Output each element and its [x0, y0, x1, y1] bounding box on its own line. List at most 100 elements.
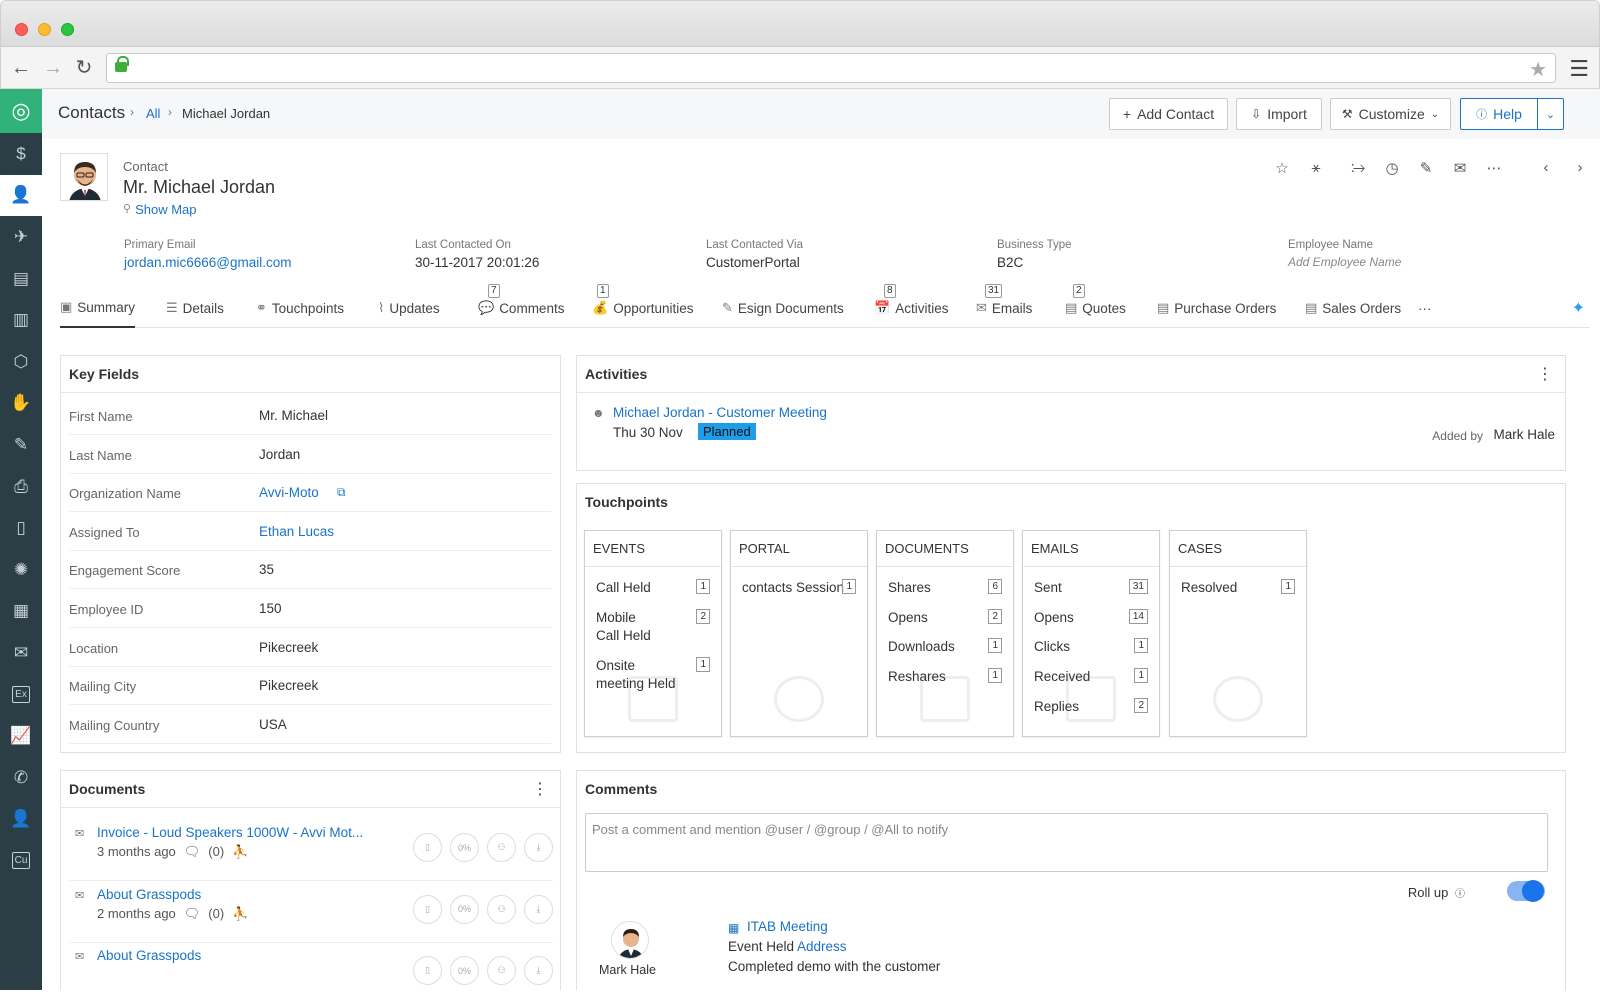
tag-icon[interactable]: ⚹ — [1306, 159, 1326, 177]
documents-menu-icon[interactable]: ⋮ — [532, 779, 548, 799]
summary-field-value[interactable]: jordan.mic6666@gmail.com — [124, 255, 292, 270]
tab-emails[interactable]: ✉ Emails 31 — [976, 284, 1032, 328]
document-download-icon[interactable]: ⤓ — [524, 833, 553, 862]
tab-touchpoints[interactable]: ⚭ Touchpoints — [256, 288, 344, 328]
tab-opportunities[interactable]: 💰 Opportunities 1 — [592, 284, 693, 328]
tab-esign-documents[interactable]: ✎ Esign Documents — [722, 288, 844, 328]
touchpoint-row[interactable]: Resolved 1 — [1181, 579, 1295, 597]
cu-icon[interactable]: Cu — [0, 840, 42, 882]
touchpoint-row[interactable]: Downloads 1 — [888, 638, 1002, 656]
rollup-toggle[interactable] — [1507, 880, 1545, 902]
help-dropdown-button[interactable]: ⌄ — [1537, 98, 1564, 130]
forward-arrow-icon[interactable]: → — [41, 56, 65, 80]
document-share-icon[interactable]: ⚇ — [487, 894, 516, 924]
email-envelope-icon[interactable]: ✉ — [1450, 159, 1470, 177]
document-view-icon[interactable]: ▯ — [413, 956, 442, 985]
touchpoint-row[interactable]: Opens 2 — [888, 608, 1002, 627]
contacts-icon[interactable]: 👤 — [0, 174, 42, 217]
document-download-icon[interactable]: ⤓ — [524, 956, 553, 985]
tab-comments[interactable]: 💬 Comments 7 — [478, 284, 564, 328]
mobile-icon[interactable]: ▯ — [0, 507, 42, 549]
touchpoint-row[interactable]: Opens 14 — [1034, 608, 1148, 627]
activity-title-link[interactable]: Michael Jordan - Customer Meeting — [613, 405, 827, 420]
touchpoint-row[interactable]: Reshares 1 — [888, 668, 1002, 686]
reports-icon[interactable]: 📈 — [0, 715, 42, 757]
document-share-icon[interactable]: ⚇ — [487, 833, 516, 862]
help-button[interactable]: ⓘ Help — [1460, 98, 1538, 130]
twitter-icon[interactable]: ✦ — [1572, 298, 1585, 318]
document-assign-user-icon[interactable]: ⛹ — [232, 844, 248, 860]
document-assign-user-icon[interactable]: ⛹ — [232, 906, 248, 922]
deals-icon[interactable]: $ — [0, 133, 42, 175]
document-title-link[interactable]: About Grasspods — [97, 887, 201, 902]
bookmark-star-icon[interactable]: ★ — [1529, 57, 1547, 82]
next-record-icon[interactable]: › — [1570, 159, 1590, 177]
key-field-value[interactable]: Avvi-Moto — [259, 485, 319, 500]
calls-icon[interactable]: ✆ — [0, 757, 42, 799]
document-comment-icon[interactable]: 🗨 — [184, 844, 201, 860]
share-icon[interactable]: ⧴ — [1348, 159, 1368, 177]
document-comment-icon[interactable]: 🗨 — [184, 906, 201, 922]
document-progress[interactable]: 0% — [450, 833, 479, 862]
touchpoint-row[interactable]: Sent 31 — [1034, 579, 1148, 597]
esign-icon[interactable]: ✎ — [0, 424, 42, 466]
maximize-window-icon[interactable] — [61, 23, 74, 36]
reload-icon[interactable]: ↻ — [72, 56, 96, 80]
touchpoint-row[interactable]: Mobile Call Held 2 — [596, 608, 710, 645]
previous-record-icon[interactable]: ‹ — [1536, 159, 1556, 177]
document-progress[interactable]: 0% — [450, 894, 479, 924]
add-contact-button[interactable]: + Add Contact — [1109, 98, 1228, 130]
summary-field-value[interactable]: Add Employee Name — [1288, 255, 1401, 269]
contact-avatar[interactable] — [60, 153, 108, 201]
touchpoint-row[interactable]: contacts Session 1 — [742, 579, 856, 597]
import-button[interactable]: ⇩ Import — [1236, 98, 1322, 130]
comment-event-title-link[interactable]: ITAB Meeting — [747, 919, 828, 934]
activities-menu-icon[interactable]: ⋮ — [1537, 364, 1553, 384]
document-view-icon[interactable]: ▯ — [413, 894, 442, 924]
star-icon[interactable]: ☆ — [1272, 159, 1292, 177]
breadcrumb-all-link[interactable]: All — [146, 106, 160, 121]
campaigns-icon[interactable]: ✋ — [0, 383, 42, 425]
back-arrow-icon[interactable]: ← — [9, 56, 33, 80]
tab-purchase-orders[interactable]: ▤ Purchase Orders — [1157, 288, 1276, 328]
document-share-icon[interactable]: ⚇ — [487, 956, 516, 985]
leads-icon[interactable]: ✈ — [0, 216, 42, 258]
tab-sales-orders[interactable]: ▤ Sales Orders — [1305, 288, 1401, 328]
show-map-link[interactable]: ⚲ Show Map — [123, 202, 196, 217]
mail-icon[interactable]: ✉ — [0, 632, 42, 674]
touchpoint-row[interactable]: Shares 6 — [888, 579, 1002, 597]
comment-input[interactable]: Post a comment and mention @user / @grou… — [585, 813, 1548, 872]
document-view-icon[interactable]: ▯ — [413, 833, 442, 862]
more-options-icon[interactable]: ⋯ — [1484, 159, 1504, 177]
tab-activities[interactable]: 📅 Activities 8 — [874, 284, 948, 328]
touchpoint-row[interactable]: Replies 2 — [1034, 697, 1148, 716]
ex-icon[interactable]: Ex — [0, 674, 42, 716]
tab-quotes[interactable]: ▤ Quotes 2 — [1065, 284, 1126, 328]
tab-updates[interactable]: ⌇ Updates — [378, 288, 440, 328]
home-icon[interactable]: ◎ — [0, 89, 42, 133]
edit-pencil-icon[interactable]: ✎ — [1416, 159, 1436, 177]
print-icon[interactable]: ⎙ — [0, 466, 42, 508]
document-title-link[interactable]: Invoice - Loud Speakers 1000W - Avvi Mot… — [97, 825, 363, 840]
customize-button[interactable]: ⚒ Customize ⌄ — [1330, 98, 1451, 130]
minimize-window-icon[interactable] — [38, 23, 51, 36]
organizations-icon[interactable]: ▦ — [0, 591, 42, 633]
document-download-icon[interactable]: ⤓ — [524, 894, 553, 924]
products-icon[interactable]: ⬡ — [0, 341, 42, 383]
tab-summary[interactable]: ▣ Summary — [60, 288, 136, 328]
key-field-value[interactable]: Ethan Lucas — [259, 524, 334, 539]
touchpoint-row[interactable]: Clicks 1 — [1034, 638, 1148, 656]
network-icon[interactable]: ✺ — [0, 549, 42, 591]
tab-details[interactable]: ☰ Details — [166, 288, 224, 328]
address-bar[interactable]: ★ — [106, 53, 1556, 83]
touchpoint-row[interactable]: Onsite meeting Held 1 — [596, 656, 710, 693]
close-window-icon[interactable] — [15, 23, 28, 36]
external-link-icon[interactable]: ⧉ — [337, 485, 346, 500]
document-title-link[interactable]: About Grasspods — [97, 948, 201, 963]
user-check-icon[interactable]: 👤 — [0, 799, 42, 841]
tab-more[interactable]: ··· — [1418, 288, 1432, 328]
browser-menu-icon[interactable]: ☰ — [1569, 56, 1589, 82]
touchpoint-row[interactable]: Received 1 — [1034, 668, 1148, 686]
reminder-clock-icon[interactable]: ◷ — [1382, 159, 1402, 177]
module-title[interactable]: Contacts — [58, 103, 125, 123]
